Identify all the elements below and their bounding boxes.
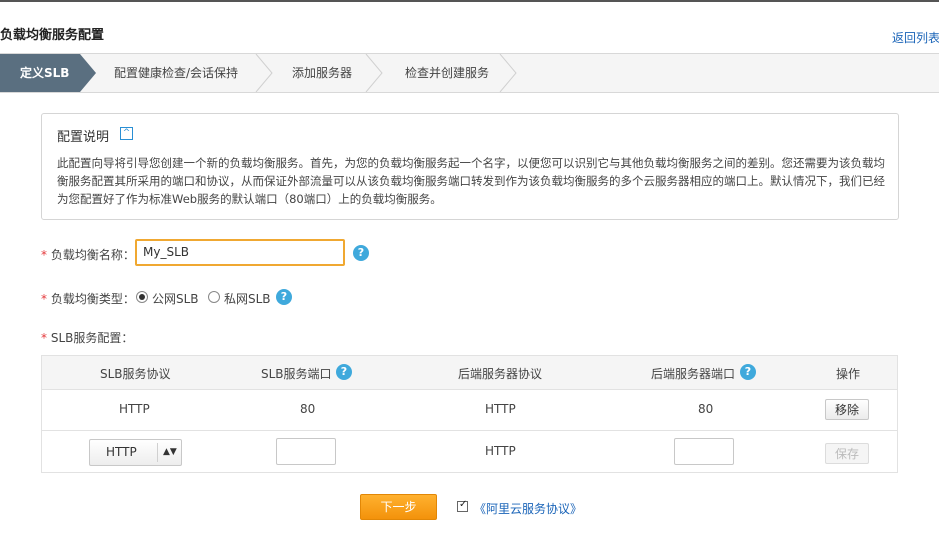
required-mark: * [41,248,47,262]
help-icon[interactable]: ? [336,364,352,380]
step-separator-icon [365,54,383,92]
step-separator-icon [255,54,273,92]
slb-port-input[interactable] [276,438,336,465]
required-mark: * [41,292,47,306]
slb-listener-table: SLB服务协议 SLB服务端口 ? 后端服务器协议 后端服务器端口 ? 操作 H… [41,355,898,473]
agreement-checkbox[interactable]: ✓ [457,499,468,512]
updown-arrows-icon: ▲▼ [163,447,177,457]
config-instructions-title: 配置说明 [57,130,110,145]
type-label-text: 负载均衡类型： [50,292,135,306]
wizard-steps: 定义SLB 配置健康检查/会话保持 添加服务器 检查并创建服务 [0,53,939,93]
check-icon: ✓ [459,499,468,510]
protocol-select-value: HTTP [106,445,137,459]
step-active-arrow [80,54,96,92]
next-step-button[interactable]: 下一步 [360,494,437,520]
cell-slb-protocol: HTTP [119,402,150,416]
page-title: 负载均衡服务配置 [0,28,105,43]
column-header-slb-protocol: SLB服务协议 [100,367,171,381]
collapse-icon[interactable]: ^ [120,127,133,140]
table-row: HTTP 80 HTTP 80 移除 [42,389,897,431]
step-add-servers: 添加服务器 [292,66,353,80]
radio-selected-dot [139,294,145,300]
table-new-row: HTTP ▲▼ HTTP 保存 [42,431,897,472]
radio-public-slb-label[interactable]: 公网SLB [152,290,199,307]
help-icon[interactable]: ? [276,289,292,305]
back-to-list-link[interactable]: 返回列表 [892,29,939,46]
column-header-slb-port: SLB服务端口 [261,367,332,381]
protocol-select[interactable]: HTTP ▲▼ [89,439,182,466]
select-divider [157,443,158,462]
config-instructions-panel: 配置说明 ^ 此配置向导将引导您创建一个新的负载均衡服务。首先，为您的负载均衡服… [41,113,899,220]
cell-slb-port: 80 [300,402,316,416]
step-review-create: 检查并创建服务 [405,66,490,80]
backend-port-input[interactable] [674,438,734,465]
name-label-text: 负载均衡名称： [50,248,135,262]
service-agreement-link[interactable]: 《阿里云服务协议》 [474,500,582,517]
step-health-check: 配置健康检查/会话保持 [114,66,239,80]
column-header-backend-port: 后端服务器端口 [651,367,736,381]
page: 负载均衡服务配置 返回列表 定义SLB 配置健康检查/会话保持 添加服务器 检查… [0,0,939,542]
help-icon[interactable]: ? [353,245,369,261]
name-label: * 负载均衡名称： [41,246,135,263]
cell-backend-protocol: HTTP [485,444,516,458]
radio-private-slb[interactable] [208,291,220,303]
page-header: 负载均衡服务配置 返回列表 [0,2,939,52]
column-header-actions: 操作 [836,367,861,381]
radio-private-slb-label[interactable]: 私网SLB [224,290,271,307]
cell-backend-protocol: HTTP [485,402,516,416]
radio-public-slb[interactable] [136,291,148,303]
column-header-backend-protocol: 后端服务器协议 [458,367,543,381]
step-separator-icon [499,54,517,92]
type-label: * 负载均衡类型： [41,290,135,307]
config-instructions-text: 此配置向导将引导您创建一个新的负载均衡服务。首先，为您的负载均衡服务起一个名字，… [57,156,885,206]
save-button[interactable]: 保存 [825,443,869,464]
required-mark: * [41,331,47,345]
cell-backend-port: 80 [698,402,714,416]
table-header: SLB服务协议 SLB服务端口 ? 后端服务器协议 后端服务器端口 ? 操作 [42,356,897,390]
remove-button[interactable]: 移除 [825,399,869,420]
slb-config-label: * SLB服务配置： [41,329,133,346]
slb-config-label-text: SLB服务配置： [50,331,134,345]
slb-name-input[interactable]: My_SLB [135,239,345,266]
step-label-define-slb: 定义SLB [20,66,70,80]
help-icon[interactable]: ? [740,364,756,380]
